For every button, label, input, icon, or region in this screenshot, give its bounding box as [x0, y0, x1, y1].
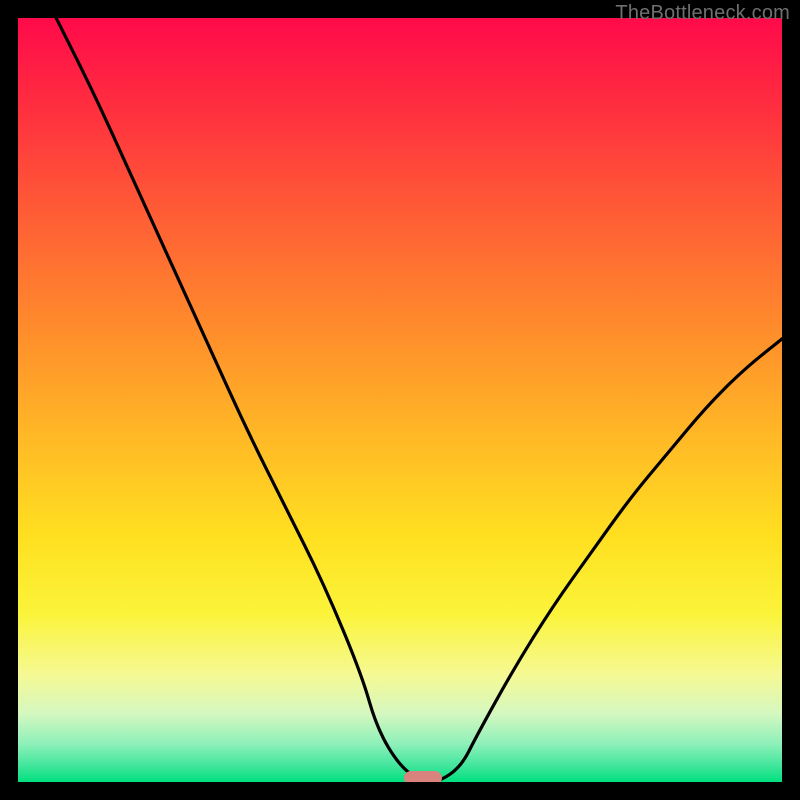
bottleneck-curve — [18, 18, 782, 782]
watermark-label: TheBottleneck.com — [615, 2, 790, 25]
chart-frame: TheBottleneck.com — [0, 0, 800, 800]
plot-area — [18, 18, 782, 782]
optimal-marker — [404, 771, 442, 782]
